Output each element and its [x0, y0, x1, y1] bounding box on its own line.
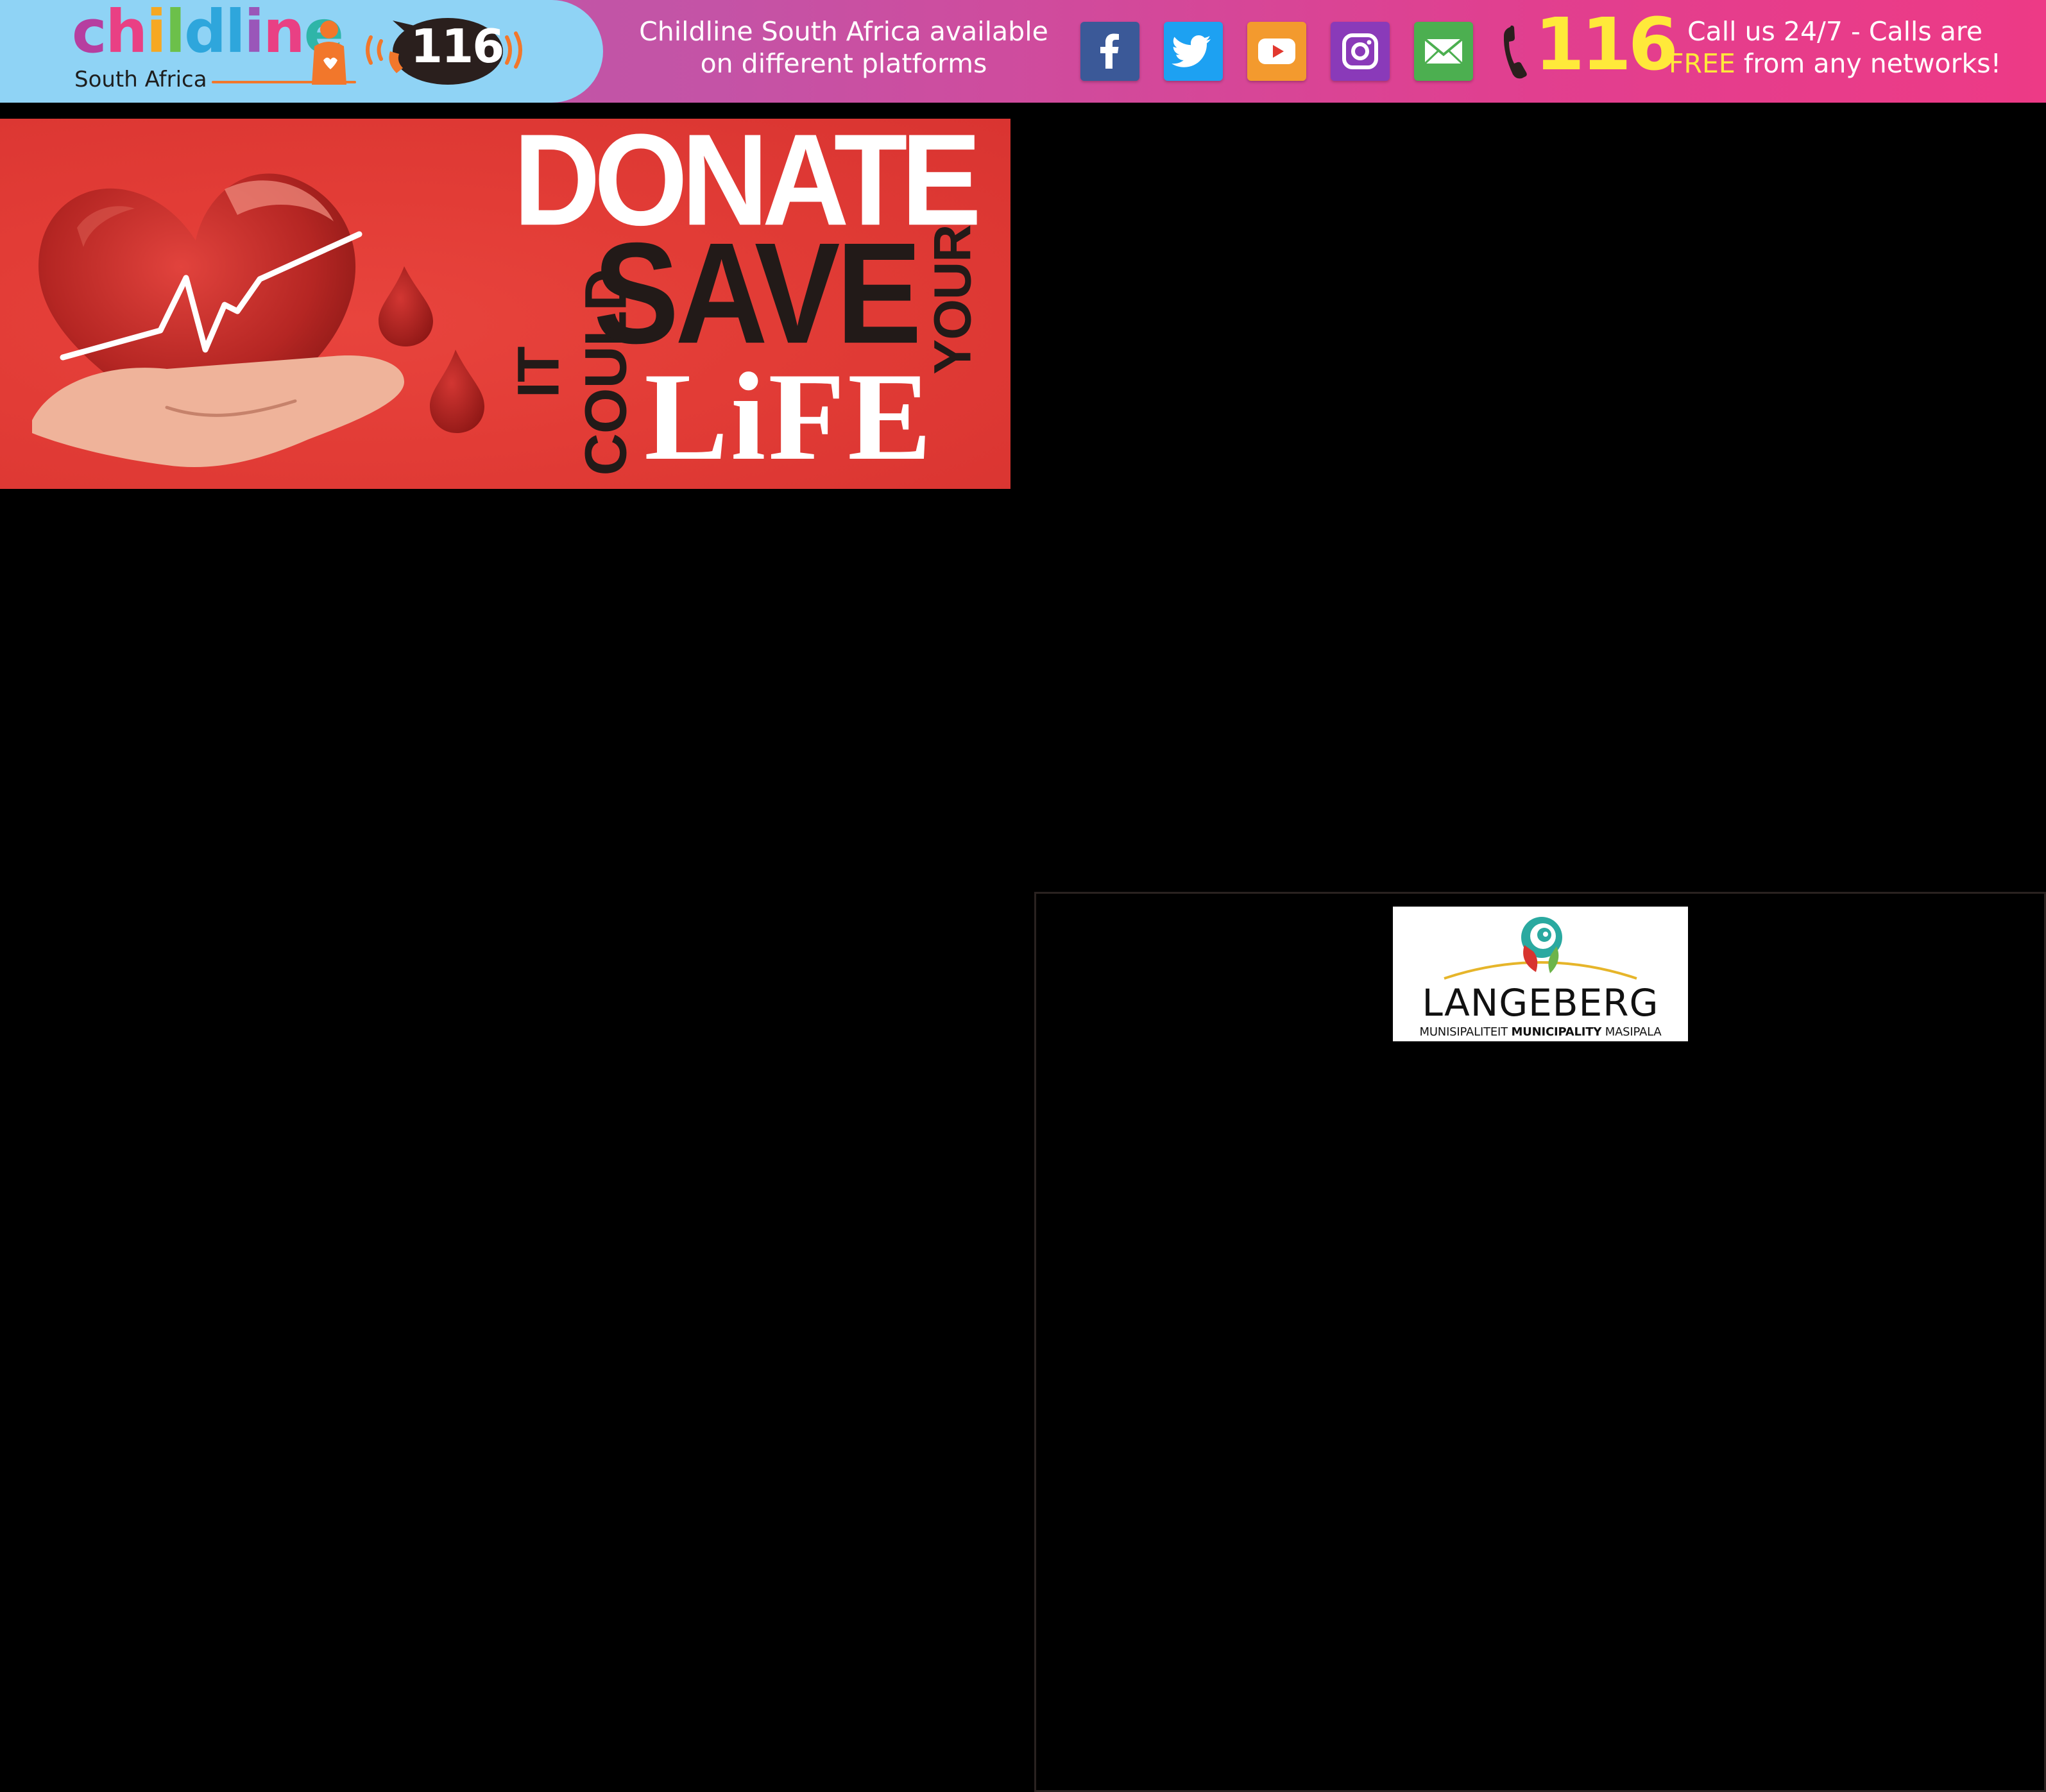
- life-text: LiFE: [644, 347, 934, 486]
- save-text: SAVE: [593, 213, 922, 374]
- free-label: FREE: [1668, 48, 1735, 79]
- twitter-icon[interactable]: [1164, 22, 1223, 81]
- platforms-text: Childline South Africa available on diff…: [635, 15, 1052, 80]
- it-could-text: IT COULD: [506, 269, 639, 476]
- langeberg-name: LANGEBERG: [1422, 981, 1659, 1025]
- instagram-icon[interactable]: [1331, 22, 1390, 81]
- logo-letter: h: [105, 0, 148, 66]
- call-line: FREE from any networks!: [1668, 47, 2002, 80]
- bubble-number: 116: [411, 19, 504, 73]
- langeberg-subtitle: MUNISIPALITEIT MUNICIPALITY MASIPALA: [1393, 1026, 1688, 1039]
- email-icon[interactable]: [1414, 22, 1473, 81]
- facebook-icon[interactable]: [1080, 22, 1139, 81]
- sub-right: MASIPALA: [1601, 1025, 1662, 1039]
- social-icons: [1080, 22, 1473, 81]
- logo-subtitle: South Africa: [74, 67, 207, 92]
- helpline-number[interactable]: 116: [1535, 9, 1678, 81]
- youtube-icon[interactable]: [1247, 22, 1306, 81]
- langeberg-ad-panel: LANGEBERG MUNISIPALITEIT MUNICIPALITY MA…: [1034, 892, 2046, 1792]
- logo-letter: c: [72, 0, 107, 66]
- platforms-line: Childline South Africa available: [639, 16, 1048, 47]
- logo-letter: l: [165, 0, 186, 66]
- logo-letter: n: [263, 0, 305, 66]
- logo-letter: i: [146, 0, 167, 66]
- sub-left: MUNISIPALITEIT: [1419, 1025, 1512, 1039]
- childline-logo[interactable]: childline South Africa 116: [0, 0, 603, 103]
- langeberg-emblem-icon: [1444, 917, 1637, 980]
- logo-letter: l: [225, 0, 246, 66]
- childline-wordmark: childline: [72, 0, 344, 66]
- call-line-rest: from any networks!: [1735, 48, 2002, 79]
- call-line: Call us 24/7 - Calls are: [1687, 16, 1983, 47]
- platforms-line: on different platforms: [700, 48, 987, 79]
- donate-banner[interactable]: DONATE IT COULD SAVE YOUR LiFE: [0, 119, 1010, 489]
- sub-bold: MUNICIPALITY: [1511, 1025, 1602, 1039]
- heart-in-hand-illustration: [32, 173, 484, 468]
- phone-icon: [1503, 25, 1527, 79]
- child-figure-icon: [312, 21, 346, 85]
- langeberg-logo[interactable]: LANGEBERG MUNISIPALITEIT MUNICIPALITY MA…: [1393, 907, 1688, 1041]
- childline-banner[interactable]: childline South Africa 116 Childline Sou…: [0, 0, 2046, 103]
- logo-letter: i: [244, 0, 265, 66]
- logo-letter: d: [184, 0, 226, 66]
- call-text: Call us 24/7 - Calls are FREE from any n…: [1668, 15, 2002, 80]
